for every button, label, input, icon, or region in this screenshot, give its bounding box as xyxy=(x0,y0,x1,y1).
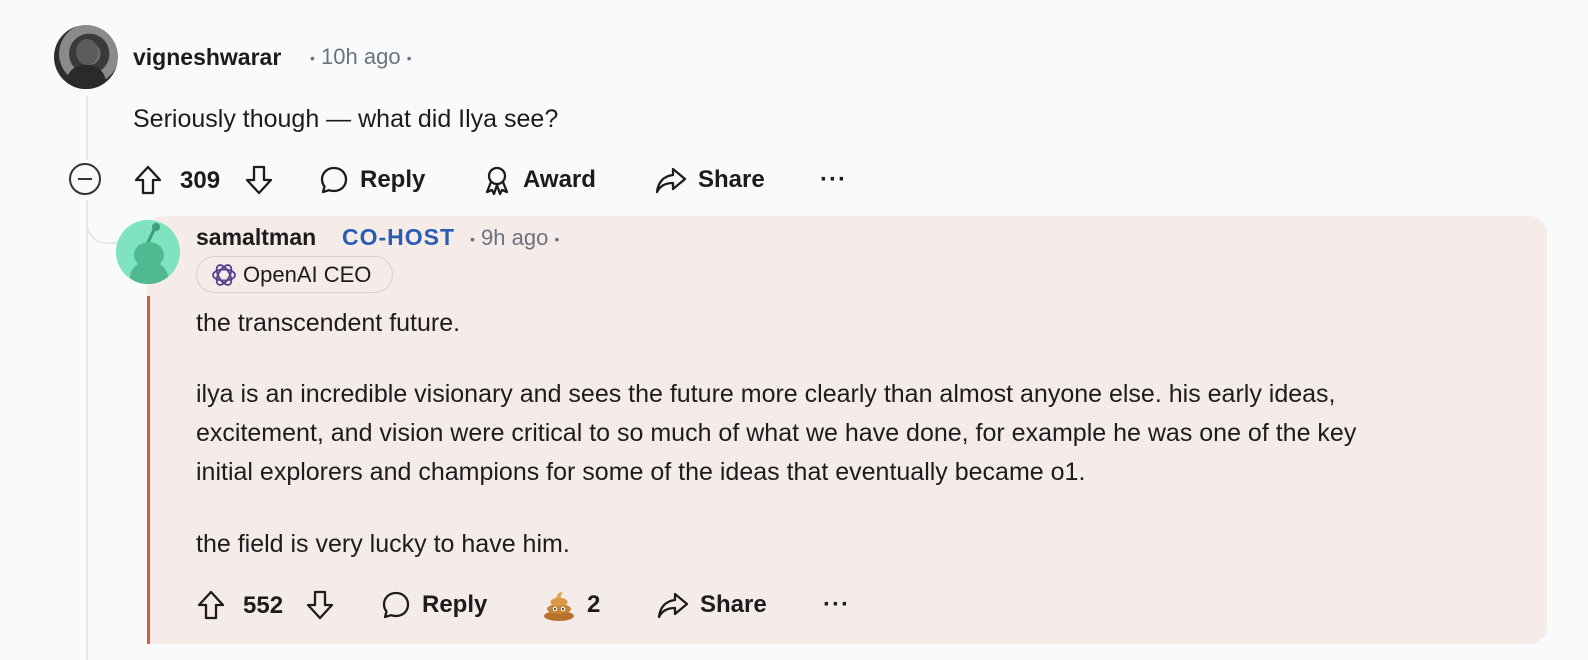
avatar[interactable] xyxy=(54,25,118,89)
reply-button[interactable]: Reply xyxy=(318,160,425,200)
comment-author[interactable]: vigneshwarar xyxy=(133,44,281,71)
collapse-thread-button[interactable] xyxy=(69,163,101,195)
flair-label: OpenAI CEO xyxy=(243,261,372,287)
award-label: Award xyxy=(523,166,596,193)
thread-line xyxy=(86,96,88,160)
vote-count: 309 xyxy=(180,167,221,194)
comment-timestamp[interactable]: 10h ago xyxy=(321,44,401,69)
comment-line: ilya is an incredible visionary and sees… xyxy=(196,380,1336,408)
share-icon xyxy=(657,592,689,619)
upvote-icon xyxy=(197,590,225,620)
award-count: 2 xyxy=(587,591,601,618)
comment-body: Seriously though — what did Ilya see? xyxy=(133,105,559,133)
comment-icon xyxy=(320,166,348,194)
co-host-badge: CO-HOST xyxy=(342,224,456,250)
thread-line-continue xyxy=(86,200,88,660)
reply-label: Reply xyxy=(422,591,488,618)
reply-label: Reply xyxy=(360,166,426,193)
upvote-button[interactable] xyxy=(132,160,164,200)
poop-award-icon xyxy=(544,592,574,621)
share-button[interactable]: Share xyxy=(656,585,767,625)
upvote-icon xyxy=(134,165,162,195)
downvote-button[interactable] xyxy=(304,585,336,625)
meta-separator: • xyxy=(470,231,475,248)
openai-logo-icon xyxy=(212,263,236,286)
upvote-button[interactable] xyxy=(195,585,227,625)
avatar[interactable] xyxy=(116,220,180,284)
comment-meta: • 10h ago • xyxy=(310,44,412,70)
user-flair: OpenAI CEO xyxy=(196,256,393,293)
downvote-icon xyxy=(245,165,273,195)
share-icon xyxy=(655,167,687,194)
award-icon xyxy=(485,166,509,196)
meta-separator: • xyxy=(406,50,412,67)
reply-button[interactable]: Reply xyxy=(380,585,487,625)
meta-separator: • xyxy=(554,231,560,248)
award-button[interactable]: 2 xyxy=(541,585,600,625)
vote-count: 552 xyxy=(243,592,284,619)
comment-paragraph: the field is very lucky to have him. xyxy=(196,530,570,558)
comment-icon xyxy=(382,591,410,619)
more-options-button[interactable]: ··· xyxy=(823,591,850,619)
share-label: Share xyxy=(698,166,765,193)
comment-line: initial explorers and champions for some… xyxy=(196,458,1086,486)
more-options-button[interactable]: ··· xyxy=(820,166,847,194)
downvote-button[interactable] xyxy=(243,160,275,200)
comment-author[interactable]: samaltman xyxy=(196,224,316,251)
comment-line: excitement, and vision were critical to … xyxy=(196,419,1357,447)
comment-timestamp[interactable]: 9h ago xyxy=(481,225,548,250)
thread-highlight-line xyxy=(147,296,150,644)
award-button[interactable]: Award xyxy=(481,160,596,200)
comment-paragraph: the transcendent future. xyxy=(196,309,461,337)
comment-meta: • 9h ago • xyxy=(470,225,559,251)
share-button[interactable]: Share xyxy=(654,160,765,200)
meta-separator: • xyxy=(310,50,315,67)
downvote-icon xyxy=(306,590,334,620)
comment-paragraph: ilya is an incredible visionary and sees… xyxy=(196,375,1536,492)
share-label: Share xyxy=(700,591,767,618)
